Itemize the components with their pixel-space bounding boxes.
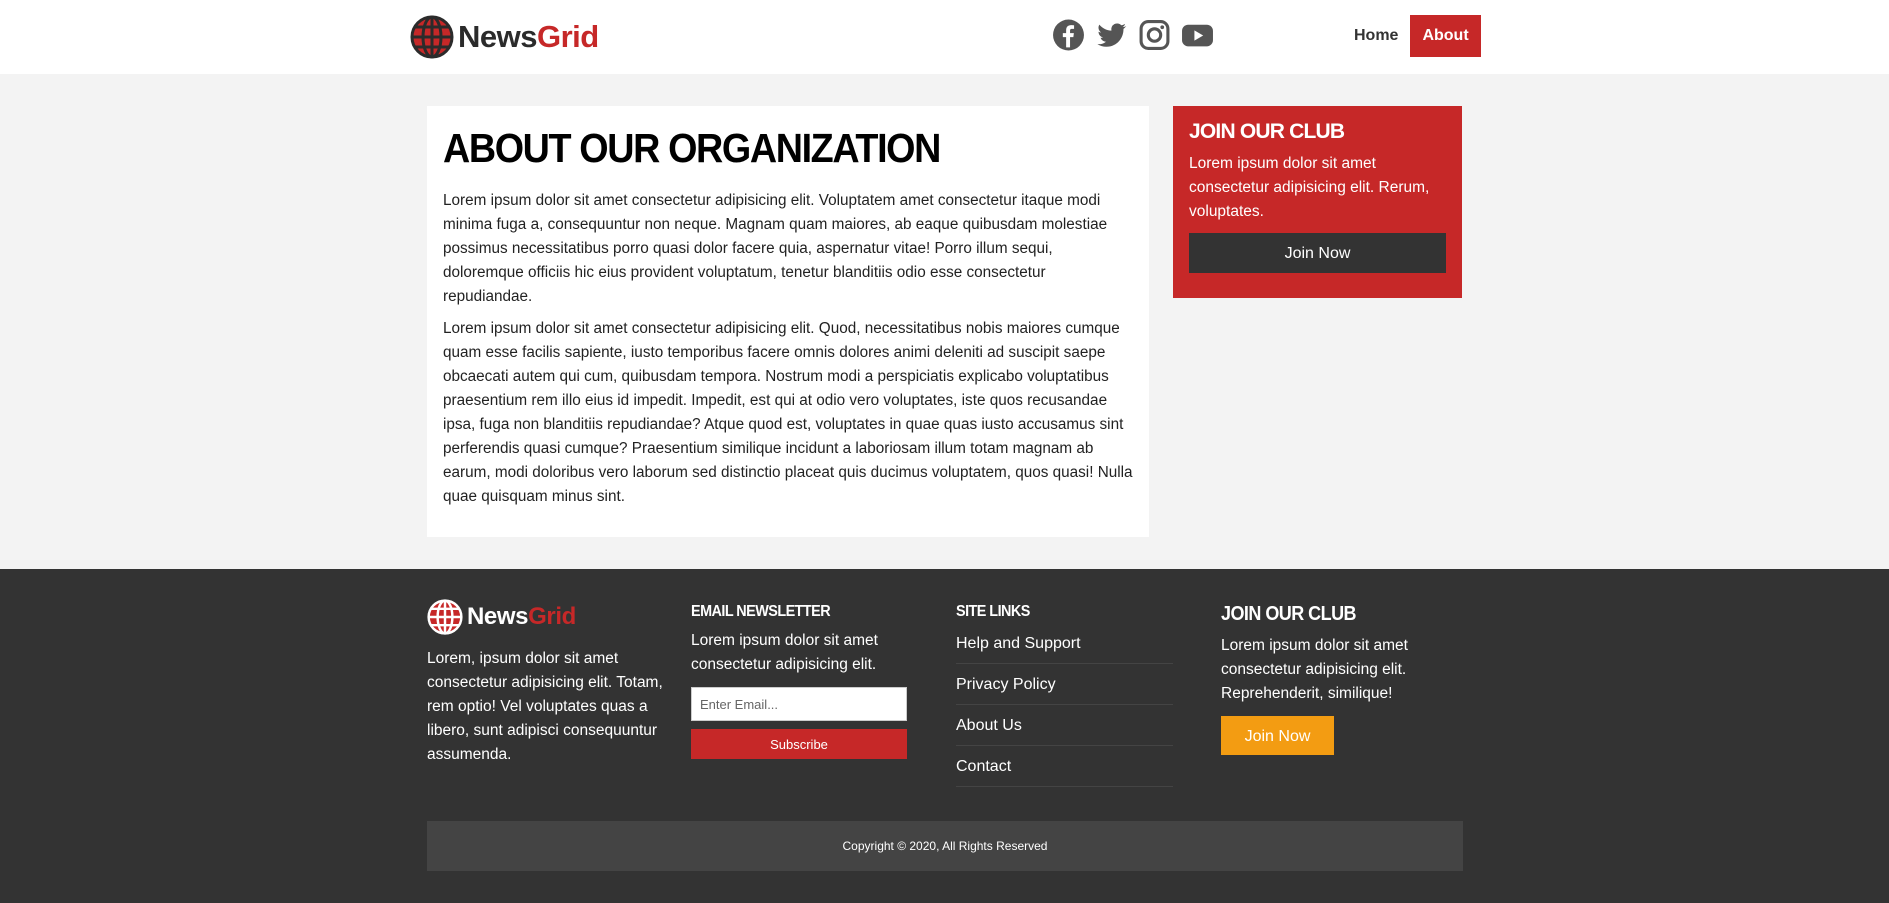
footer-about: NewsGrid Lorem, ipsum dolor sit amet con… [427, 599, 667, 767]
social-links [1052, 18, 1214, 52]
footer-link-contact[interactable]: Contact [956, 746, 1173, 787]
globe-icon [427, 599, 463, 635]
join-club-card: Join Our Club Lorem ipsum dolor sit amet… [1173, 106, 1462, 298]
main-nav: Home About [1342, 15, 1481, 57]
newsletter-heading: Email Newsletter [691, 603, 831, 620]
logo-text-grid: Grid [536, 19, 599, 54]
newsletter-text: Lorem ipsum dolor sit amet consectetur a… [691, 632, 878, 673]
site-header: NewsGrid Home About [0, 0, 1889, 74]
join-club-text: Lorem ipsum dolor sit amet consectetur a… [1189, 155, 1430, 220]
footer-newsletter: Email Newsletter Lorem ipsum dolor sit a… [691, 603, 911, 759]
page-title: About Our Organization [443, 125, 941, 171]
logo[interactable]: NewsGrid [410, 14, 599, 60]
email-field[interactable] [691, 687, 907, 721]
about-article: About Our Organization Lorem ipsum dolor… [427, 106, 1149, 537]
join-now-button[interactable]: Join Now [1189, 233, 1446, 273]
nav-about[interactable]: About [1410, 15, 1481, 57]
footer-link-help[interactable]: Help and Support [956, 623, 1173, 664]
globe-icon [410, 15, 454, 59]
facebook-icon[interactable] [1052, 18, 1085, 52]
join-club-title: Join Our Club [1189, 120, 1345, 143]
nav-home[interactable]: Home [1342, 15, 1410, 57]
footer-logo-text-news: News [467, 603, 529, 630]
footer-logo[interactable]: NewsGrid [427, 599, 667, 635]
article-paragraph: Lorem ipsum dolor sit amet consectetur a… [443, 320, 1133, 505]
site-footer: NewsGrid Lorem, ipsum dolor sit amet con… [0, 569, 1889, 903]
footer-club-heading: Join Our Club [1221, 603, 1357, 625]
footer-link-privacy[interactable]: Privacy Policy [956, 664, 1173, 705]
article-paragraph: Lorem ipsum dolor sit amet consectetur a… [443, 192, 1108, 305]
logo-text: NewsGrid [458, 19, 599, 55]
instagram-icon[interactable] [1138, 18, 1171, 52]
copyright: Copyright © 2020, All Rights Reserved [427, 821, 1463, 871]
logo-text-news: News [458, 19, 537, 54]
footer-link-about[interactable]: About Us [956, 705, 1173, 746]
footer-club-text: Lorem ipsum dolor sit amet consectetur a… [1221, 637, 1408, 702]
youtube-icon[interactable] [1181, 18, 1214, 52]
twitter-icon[interactable] [1095, 18, 1128, 52]
footer-logo-text: NewsGrid [467, 603, 576, 631]
footer-logo-text-grid: Grid [528, 603, 576, 630]
footer-join-now-button[interactable]: Join Now [1221, 716, 1334, 755]
footer-club: Join Our Club Lorem ipsum dolor sit amet… [1221, 603, 1441, 755]
site-links-heading: Site Links [956, 603, 1030, 620]
subscribe-button[interactable]: Subscribe [691, 729, 907, 759]
footer-site-links: Site Links Help and Support Privacy Poli… [956, 603, 1176, 787]
footer-about-text: Lorem, ipsum dolor sit amet consectetur … [427, 650, 663, 763]
